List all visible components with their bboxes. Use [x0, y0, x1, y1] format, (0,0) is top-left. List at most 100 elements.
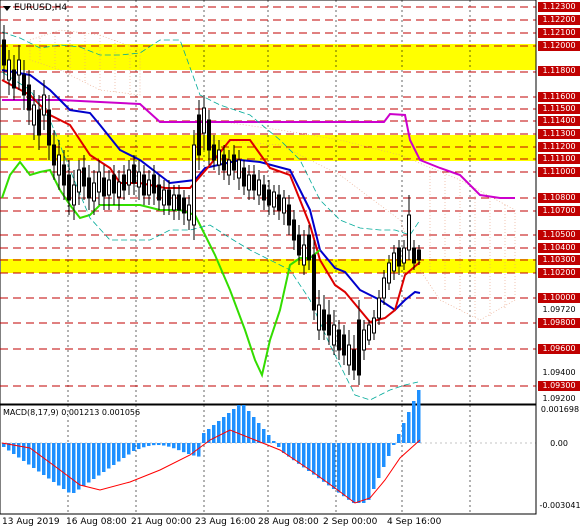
macd-bar: [392, 443, 396, 445]
time-label: 4 Sep 16:00: [387, 517, 442, 527]
macd-bar: [117, 443, 121, 462]
macd-bar: [407, 412, 411, 443]
macd-bar: [22, 443, 26, 461]
macd-axis-zero: 0.00: [550, 439, 568, 448]
time-label: 21 Aug 00:00: [131, 517, 192, 527]
price-level-label: 1.10500: [538, 230, 580, 240]
macd-bar: [107, 443, 111, 469]
dropdown-arrow-icon[interactable]: [3, 5, 11, 11]
macd-bar: [232, 409, 236, 443]
macd-bar: [112, 443, 116, 465]
chart-window[interactable]: EURUSD,H4 MACD(8,17,9) 0.001213 0.001056…: [0, 0, 583, 532]
macd-bar: [307, 443, 311, 471]
macd-bar: [127, 443, 131, 455]
macd-bar: [172, 443, 176, 449]
macd-bar: [352, 443, 356, 503]
macd-bar: [147, 443, 151, 446]
macd-bar: [162, 443, 166, 446]
price-level-label: 1.11600: [538, 92, 580, 102]
time-label: 2 Sep 00:00: [323, 517, 378, 527]
macd-bar: [367, 443, 371, 500]
price-level-label: 1.09600: [538, 344, 580, 354]
macd-bar: [372, 443, 376, 489]
macd-bar: [217, 421, 221, 443]
macd-bar: [67, 443, 71, 493]
macd-bar: [347, 443, 351, 500]
macd-bar: [82, 443, 86, 486]
macd-bar: [52, 443, 56, 482]
time-label: 28 Aug 08:00: [258, 517, 319, 527]
macd-bar: [152, 443, 156, 446]
price-level-label: 1.11100: [538, 154, 580, 164]
macd-bar: [272, 441, 276, 443]
macd-bar: [387, 443, 391, 456]
price-level-label: 1.11300: [538, 129, 580, 139]
macd-bar: [312, 443, 316, 475]
macd-bar: [362, 443, 366, 503]
price-level-label: 1.11800: [538, 66, 580, 76]
macd-bar: [212, 425, 216, 443]
price-level-label: 1.09200: [542, 394, 576, 403]
macd-axis-bottom: -0.003041: [539, 501, 581, 510]
price-level-label: 1.10400: [538, 243, 580, 253]
macd-bar: [317, 443, 321, 479]
price-level-label: 1.10200: [538, 268, 580, 278]
macd-bar: [357, 443, 361, 503]
macd-bar: [337, 443, 341, 493]
macd-bar: [227, 413, 231, 443]
macd-bar: [97, 443, 101, 476]
price-level-label: 1.10700: [538, 206, 580, 216]
macd-bar: [87, 443, 91, 483]
price-level-label: 1.11200: [538, 142, 580, 152]
price-chart-canvas[interactable]: [0, 0, 583, 532]
macd-bar: [187, 443, 191, 455]
macd-bar: [262, 429, 266, 443]
macd-bar: [222, 417, 226, 443]
macd-bar: [382, 443, 386, 467]
macd-bar: [92, 443, 96, 479]
macd-bar: [302, 443, 306, 468]
macd-bar: [297, 443, 301, 464]
macd-bar: [102, 443, 106, 472]
time-label: 23 Aug 16:00: [195, 517, 256, 527]
price-level-label: 1.09720: [542, 305, 576, 314]
support-zone: [1, 259, 536, 273]
macd-bar: [167, 443, 171, 447]
price-level-label: 1.09300: [538, 381, 580, 391]
price-level-label: 1.09800: [538, 318, 580, 328]
price-level-label: 1.09400: [542, 368, 576, 377]
price-level-label: 1.12100: [538, 28, 580, 38]
price-level-label: 1.12300: [538, 2, 580, 12]
macd-bar: [32, 443, 36, 468]
macd-bar: [342, 443, 346, 497]
macd-bar: [257, 423, 261, 443]
price-level-label: 1.12200: [538, 15, 580, 25]
macd-bar: [267, 435, 271, 443]
macd-bar: [17, 443, 21, 458]
macd-bar: [27, 443, 31, 465]
time-label: 16 Aug 08:00: [66, 517, 127, 527]
price-level-label: 1.11000: [538, 167, 580, 177]
macd-bar: [142, 443, 146, 448]
macd-indicator-label: MACD(8,17,9) 0.001213 0.001056: [3, 408, 141, 417]
macd-bar: [332, 443, 336, 489]
macd-bar: [62, 443, 66, 489]
price-level-label: 1.11500: [538, 104, 580, 114]
macd-bar: [122, 443, 126, 458]
macd-bar: [242, 405, 246, 443]
macd-bar: [72, 443, 76, 493]
macd-bar: [417, 390, 421, 443]
macd-bar: [202, 433, 206, 443]
price-level-label: 1.12000: [538, 41, 580, 51]
resistance-zone-middle: [1, 135, 536, 161]
macd-axis-top: 0.001698: [540, 405, 580, 414]
macd-bar: [57, 443, 61, 486]
macd-bar: [397, 434, 401, 443]
symbol-title[interactable]: EURUSD,H4: [3, 3, 67, 13]
macd-bar: [157, 443, 161, 446]
macd-bar: [402, 423, 406, 443]
macd-bar: [277, 443, 281, 447]
price-level-label: 1.10300: [538, 255, 580, 265]
macd-bar: [37, 443, 41, 472]
macd-bar: [237, 405, 241, 443]
